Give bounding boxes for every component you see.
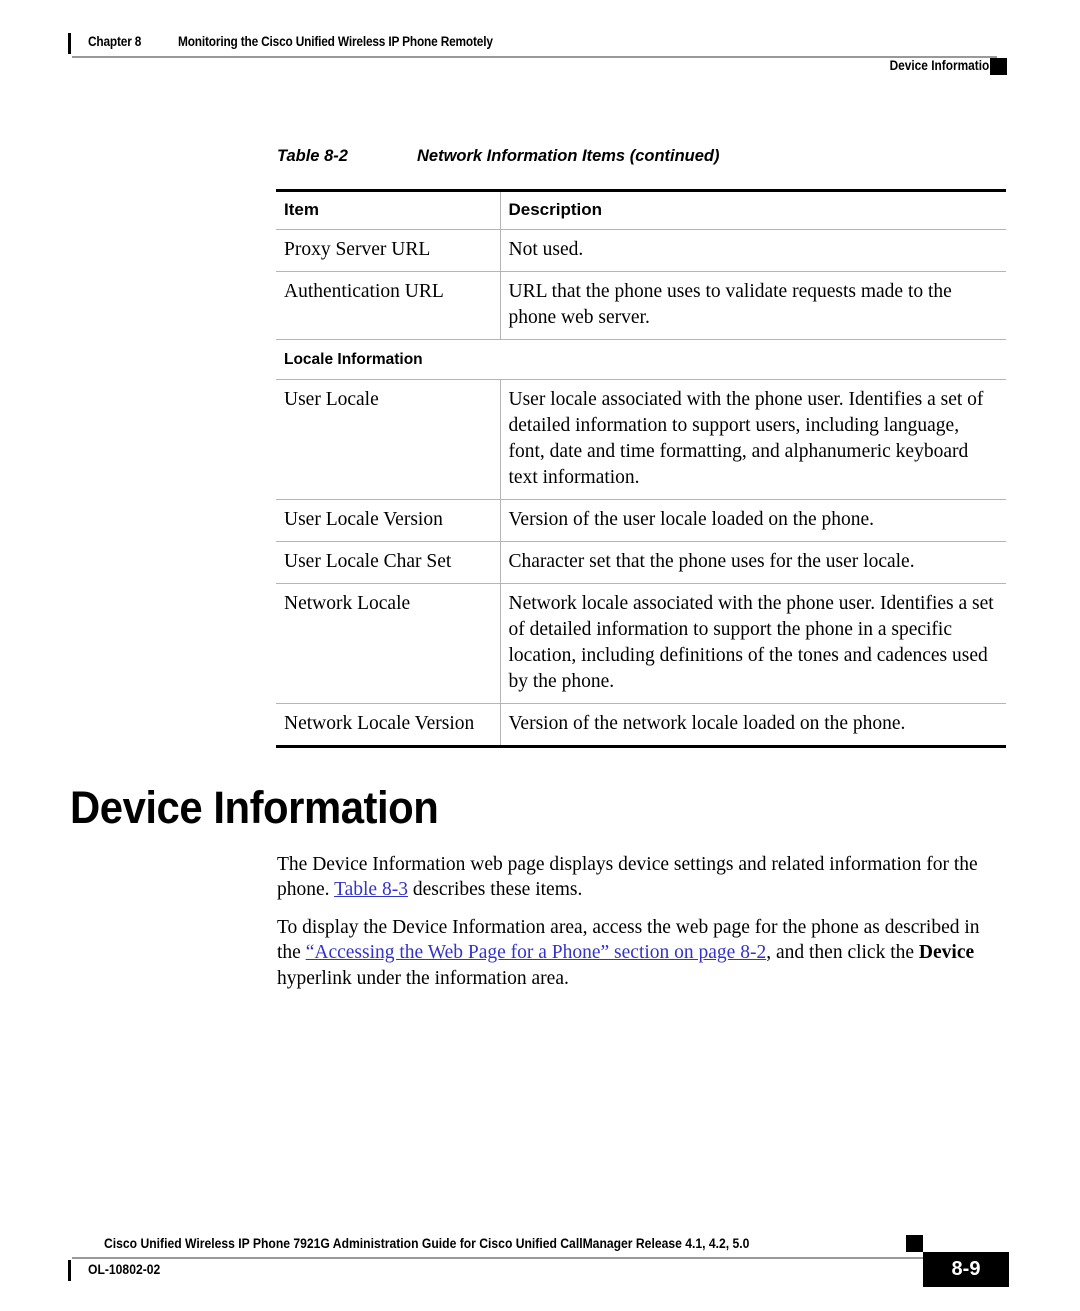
link-accessing-web-page-section[interactable]: “Accessing the Web Page for a Phone” sec… bbox=[306, 942, 767, 963]
table-cell-item: Authentication URL bbox=[276, 271, 501, 340]
para1-text-part2: describes these items. bbox=[407, 879, 583, 901]
table-row: Authentication URL URL that the phone use… bbox=[276, 271, 1006, 340]
page-footer: Cisco Unified Wireless IP Phone 7921G Ad… bbox=[0, 1215, 1080, 1311]
table-row: Proxy Server URL Not used. bbox=[276, 229, 1006, 272]
table-row: User Locale Version Version of the user l… bbox=[276, 499, 1006, 542]
header-marker-square bbox=[990, 58, 1007, 75]
column-header-item: Item bbox=[276, 189, 501, 230]
footer-marker-square bbox=[906, 1235, 923, 1252]
table-body: Proxy Server URL Not used. Authentication … bbox=[276, 229, 1006, 748]
table-subheader-label: Locale Information bbox=[276, 339, 1006, 381]
table-cell-description: URL that the phone uses to validate requ… bbox=[500, 271, 1006, 340]
table-row: Network Locale Network locale associated … bbox=[276, 583, 1006, 704]
table-row: Network Locale Version Version of the net… bbox=[276, 703, 1006, 748]
table-cell-description: Network locale associated with the phone… bbox=[500, 583, 1006, 704]
table-subheader-row: Locale Information bbox=[276, 339, 1006, 381]
para2-bold-device: Device bbox=[918, 942, 975, 964]
table-caption-title: Network Information Items (continued) bbox=[417, 147, 720, 165]
table-cell-description: Version of the network locale loaded on … bbox=[500, 703, 1006, 748]
table-cell-item: User Locale bbox=[276, 379, 501, 501]
header-chapter-line: Chapter 8 Monitoring the Cisco Unified W… bbox=[68, 34, 536, 49]
table-cell-description: Not used. bbox=[500, 229, 1006, 272]
paragraph-device-information-intro: The Device Information web page displays… bbox=[277, 852, 1003, 904]
para2-text-part3: hyperlink under the information area. bbox=[277, 968, 569, 990]
para2-text-part2: , and then click the bbox=[766, 942, 919, 964]
table-header-row: Item Description bbox=[276, 189, 1006, 230]
table-row: User Locale User locale associated with t… bbox=[276, 379, 1006, 501]
table-cell-description: Version of the user locale loaded on the… bbox=[500, 499, 1006, 542]
footer-document-id: OL-10802-02 bbox=[88, 1262, 161, 1277]
table-cell-item: Proxy Server URL bbox=[276, 229, 501, 272]
table-head: Item Description bbox=[276, 189, 1006, 230]
table-cell-item: Network Locale bbox=[276, 583, 501, 704]
footer-page-number: 8-9 bbox=[923, 1252, 1009, 1287]
table-caption-number: Table 8-2 bbox=[277, 147, 348, 165]
table-cell-item: User Locale Version bbox=[276, 499, 501, 542]
table-caption: Table 8-2 Network Information Items (cont… bbox=[277, 147, 1007, 166]
header-chapter-label: Chapter 8 bbox=[88, 34, 142, 49]
table-row: User Locale Char Set Character set that t… bbox=[276, 541, 1006, 584]
network-information-table: Item Description Proxy Server URL Not use… bbox=[276, 189, 1006, 748]
footer-left-tick bbox=[68, 1260, 71, 1281]
table-cell-description: Character set that the phone uses for th… bbox=[500, 541, 1006, 584]
column-header-description: Description bbox=[500, 189, 1006, 230]
page-header: Chapter 8 Monitoring the Cisco Unified W… bbox=[0, 0, 1080, 90]
paragraph-display-device-information: To display the Device Information area, … bbox=[277, 915, 1003, 993]
page-title: Device Information bbox=[70, 782, 439, 834]
table-cell-item: Network Locale Version bbox=[276, 703, 501, 748]
header-rule bbox=[72, 56, 997, 58]
header-chapter-title: Monitoring the Cisco Unified Wireless IP… bbox=[178, 34, 494, 49]
table-cell-item: User Locale Char Set bbox=[276, 541, 501, 584]
footer-guide-title: Cisco Unified Wireless IP Phone 7921G Ad… bbox=[104, 1236, 750, 1251]
footer-rule bbox=[72, 1257, 924, 1259]
header-section-title: Device Information bbox=[890, 58, 997, 73]
table-cell-description: User locale associated with the phone us… bbox=[500, 379, 1006, 501]
link-table-8-3[interactable]: Table 8-3 bbox=[334, 879, 408, 900]
